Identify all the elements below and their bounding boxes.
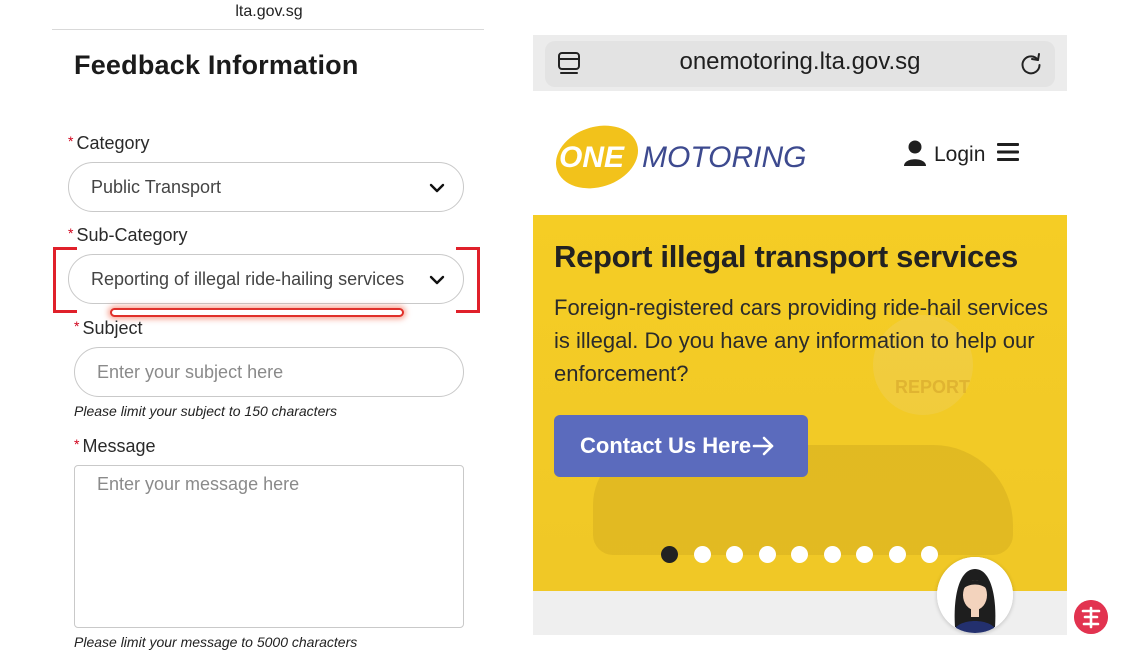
url-text: onemotoring.lta.gov.sg xyxy=(679,48,921,75)
message-hint: Please limit your message to 5000 charac… xyxy=(74,634,358,650)
banner-text: Foreign-registered cars providing ride-h… xyxy=(554,295,1048,386)
category-select-value: Public Transport xyxy=(91,177,222,197)
carousel-dot-1[interactable] xyxy=(661,546,678,563)
user-icon[interactable] xyxy=(902,139,928,167)
required-marker: * xyxy=(68,225,74,241)
message-placeholder: Enter your message here xyxy=(97,474,300,494)
hero-banner: REPORT Report illegal transport services… xyxy=(533,215,1067,591)
divider xyxy=(52,29,484,30)
carousel-dot-5[interactable] xyxy=(791,546,808,563)
chevron-down-icon xyxy=(429,275,445,285)
sub-category-label: * Sub-Category xyxy=(68,225,188,246)
subject-label-text: Subject xyxy=(82,318,143,338)
chat-assistant-avatar[interactable] xyxy=(937,557,1013,633)
login-link[interactable]: Login xyxy=(934,143,985,167)
logo-text-motoring: MOTORING xyxy=(642,141,806,174)
carousel-dot-4[interactable] xyxy=(758,546,776,563)
required-marker: * xyxy=(74,318,80,334)
highlight-underline xyxy=(110,308,404,317)
onemotoring-logo[interactable]: ONE MOTORING xyxy=(553,121,815,195)
carousel-dot-8[interactable] xyxy=(888,546,906,563)
chevron-down-icon xyxy=(429,183,445,193)
feedback-form-panel: lta.gov.sg Feedback Information * Categor… xyxy=(0,0,500,666)
carousel-dot-7[interactable] xyxy=(856,546,873,563)
sub-category-label-text: Sub-Category xyxy=(76,225,188,245)
required-marker: * xyxy=(74,436,80,452)
carousel-dot-2[interactable] xyxy=(693,546,711,563)
carousel-dot-3[interactable] xyxy=(726,546,743,563)
subject-hint: Please limit your subject to 150 charact… xyxy=(74,403,338,419)
contact-us-label: Contact Us Here xyxy=(580,433,752,458)
category-label: * Category xyxy=(68,133,150,154)
arrow-right-icon xyxy=(752,436,774,456)
menu-icon[interactable] xyxy=(996,141,1020,163)
sub-category-select-value: Reporting of illegal ride-hailing servic… xyxy=(91,269,405,289)
subject-placeholder: Enter your subject here xyxy=(97,362,284,382)
banner-title: Report illegal transport services xyxy=(554,239,1018,274)
site-header: ONE MOTORING Login xyxy=(533,91,1067,215)
carousel-dot-9[interactable] xyxy=(921,546,938,563)
subject-label: * Subject xyxy=(74,318,143,339)
page-title: Feedback Information xyxy=(74,50,359,80)
required-marker: * xyxy=(68,133,74,149)
app-badge-icon xyxy=(1074,600,1108,634)
category-select[interactable]: Public Transport xyxy=(68,162,464,212)
onemotoring-panel: onemotoring.lta.gov.sg ONE MOTORING Logi… xyxy=(533,35,1067,635)
logo-text-one: ONE xyxy=(559,141,625,174)
message-label: * Message xyxy=(74,436,156,457)
browser-url: lta.gov.sg xyxy=(235,3,303,20)
category-label-text: Category xyxy=(76,133,150,153)
contact-us-button[interactable]: Contact Us Here xyxy=(554,415,808,477)
reload-icon[interactable] xyxy=(1018,51,1044,77)
carousel-dot-6[interactable] xyxy=(823,546,841,563)
subject-input[interactable]: Enter your subject here xyxy=(74,347,464,397)
message-textarea[interactable]: Enter your message here xyxy=(74,465,464,628)
browser-address-bar: onemotoring.lta.gov.sg xyxy=(533,35,1067,91)
message-label-text: Message xyxy=(82,436,156,456)
sub-category-select[interactable]: Reporting of illegal ride-hailing servic… xyxy=(68,254,464,304)
